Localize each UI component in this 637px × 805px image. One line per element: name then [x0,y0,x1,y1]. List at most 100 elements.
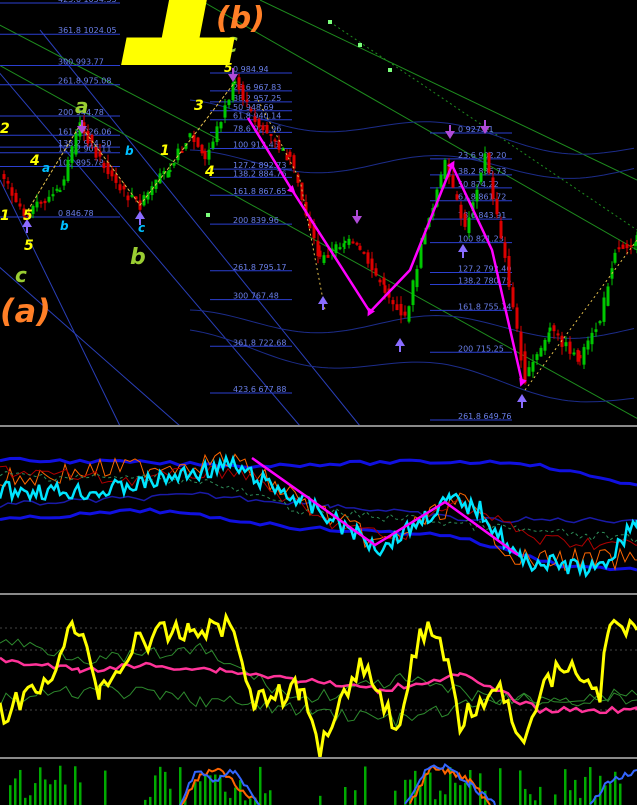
fib-level-label: 100 895.78 [58,158,104,167]
candle-body [43,200,47,204]
candle-body [383,285,387,293]
histogram-bar [264,793,267,805]
candle-body [602,297,606,322]
candle-body [629,245,633,248]
candle-body [507,255,511,287]
histogram-bar [604,785,607,805]
candle-body [511,287,515,308]
trading-chart: 423.6 1054.33 361.8 1024.05 300 993.77 261.… [0,0,637,805]
fib-level-label: 200 839.96 [233,216,279,225]
histogram-bar [144,799,147,805]
candle-body [552,325,556,332]
histogram-bar [239,780,242,805]
candle-body [118,184,122,191]
fib-level-label: 100 821.23 [458,235,504,244]
pivot-dot [388,68,392,72]
candle-body [62,179,66,186]
envelope-curve [189,309,635,339]
candle-body [407,306,411,322]
candle-body [318,250,322,257]
candle-body [188,133,192,138]
histogram-bar [104,770,107,805]
histogram-bar [429,772,432,805]
histogram-bar [34,783,37,805]
candle-body [39,201,43,204]
histogram-bar [49,784,52,805]
histogram-bar [584,776,587,805]
candle-body [467,217,471,234]
candle-body [110,170,114,177]
candle-body [14,192,18,203]
histogram-bar [64,784,67,805]
rsi-panel[interactable] [0,611,637,759]
histogram-bar [29,795,32,805]
candle-body [2,174,6,179]
fib-level-label: 261.8 975.08 [58,77,111,86]
candle-body [122,185,126,190]
fib-level-label: 138.2 884.76 [233,169,286,178]
price-panel[interactable]: 423.6 1054.33 361.8 1024.05 300 993.77 261.… [0,0,637,427]
candle-body [625,243,629,249]
candle-body [568,341,572,354]
histogram-bar [444,794,447,805]
candle-body [475,189,479,202]
histogram-bar [54,779,57,805]
histogram-bar [194,782,197,805]
candle-body [483,153,487,171]
candle-body [326,254,330,258]
fib-level-label: 300 767.48 [233,292,279,301]
fractal-down-arrow [445,131,455,139]
candle-body [200,144,204,154]
candle-body [491,177,495,200]
histogram-bar [589,767,592,805]
candle-body [539,347,543,357]
candle-body [535,354,539,360]
candle-body [358,245,362,250]
candle-body [515,307,519,329]
candle-body [114,174,118,183]
candle-body [334,244,338,254]
fractal-up-arrow [517,394,527,402]
candle-body [98,151,102,157]
histogram-bar [519,770,522,805]
histogram-bar [579,797,582,805]
histogram-bar [259,766,262,805]
candle-body [463,213,467,227]
candle-body [158,173,162,184]
wave-label: 1 [0,208,10,224]
histogram-bar [394,790,397,805]
fib-level-label: 127.2 792.40 [458,264,511,273]
histogram-bar [249,798,252,805]
histogram-bar [319,795,322,805]
wave-label: c [15,263,27,287]
pivot-dot [328,20,332,24]
candle-body [211,141,215,149]
histogram-bar [9,785,12,805]
histogram-bar [454,782,457,805]
histogram-bar [199,781,202,805]
histogram-bar [14,778,17,805]
histogram-panel[interactable] [9,762,637,805]
candle-body [415,269,419,288]
candle-body [443,160,447,179]
histogram-signal-line [589,769,637,805]
candle-body [338,247,342,250]
candle-body [439,174,443,188]
histogram-bar [154,775,157,805]
candle-body [351,241,355,244]
histogram-bar [539,786,542,805]
fib-level-label: 0 846.78 [58,209,94,218]
candle-body [322,255,326,263]
wave-label: 2 [0,121,10,137]
candle-body [598,321,602,324]
histogram-bar [179,767,182,805]
candle-body [94,146,98,158]
candle-body [207,149,211,160]
oscillator-panel[interactable] [0,451,637,579]
candle-body [215,126,219,143]
candle-body [219,122,223,129]
wave-label: 5 [24,238,34,254]
histogram-bar [204,775,207,805]
candle-body [399,303,403,316]
candle-body [621,244,625,249]
